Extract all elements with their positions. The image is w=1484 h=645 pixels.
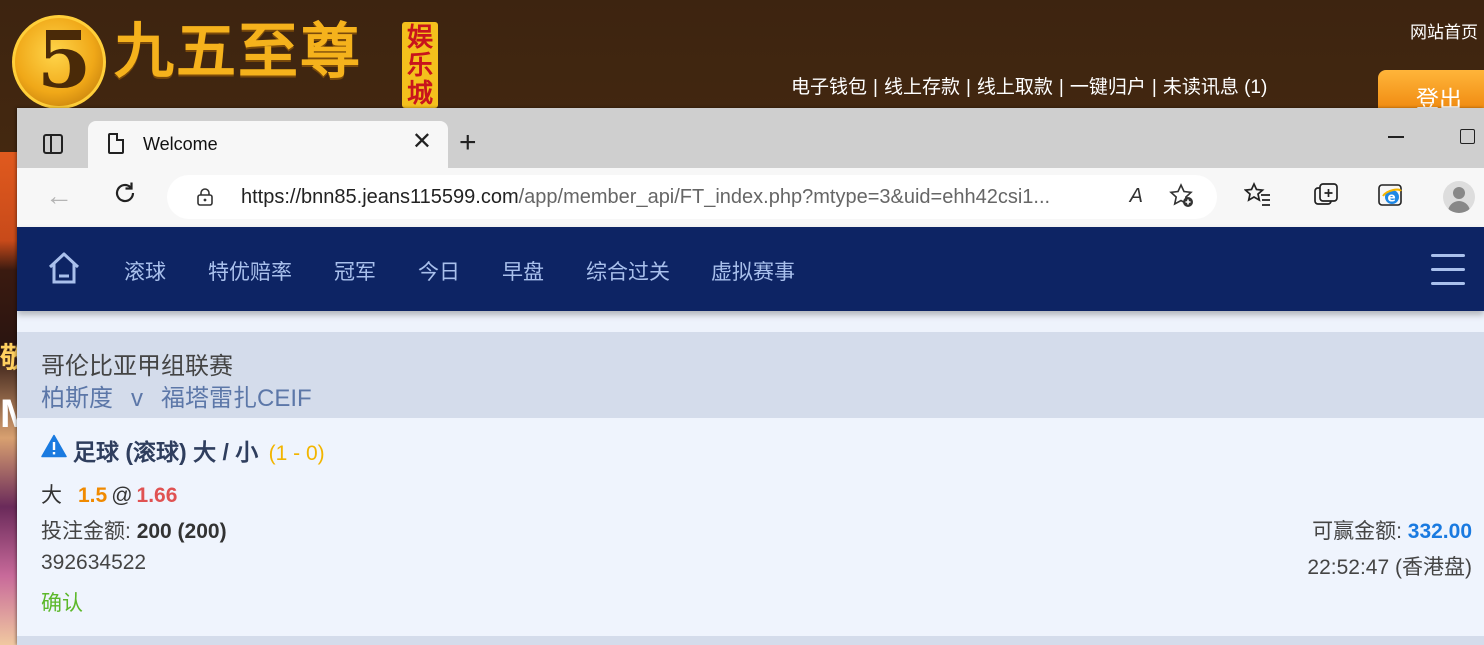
pick-odds: 1.66 — [136, 484, 178, 507]
tab-actions-button[interactable] — [31, 128, 75, 160]
bet-type: 足球 (滚球) 大 / 小 — [73, 439, 259, 465]
menu-icon[interactable] — [1431, 254, 1465, 285]
site-side-banner-char: M — [0, 392, 17, 436]
pick-line: 1.5 — [78, 484, 108, 507]
browser-window: Welcome ✕ + ← https://bnn85.jeans115599.… — [17, 108, 1484, 645]
away-team: 福塔雷扎CEIF — [161, 385, 312, 412]
refresh-icon[interactable] — [112, 180, 138, 206]
svg-text:e: e — [1388, 191, 1396, 205]
sports-nav-bar: 滚球 特优赔率 冠军 今日 早盘 综合过关 虚拟赛事 — [17, 227, 1484, 311]
match-score: (1 - 0) — [268, 442, 325, 465]
profile-avatar[interactable] — [1443, 181, 1475, 213]
nav-item-parlay[interactable]: 综合过关 — [586, 256, 670, 286]
site-home-link[interactable]: 网站首页 — [1410, 18, 1478, 43]
bet-time: 22:52:47 (香港盘) — [1307, 556, 1472, 579]
site-logout-button[interactable]: 登出 — [1378, 70, 1484, 112]
win-label: 可赢金额: — [1312, 520, 1402, 543]
bet-status: 确认 — [41, 592, 83, 615]
address-bar[interactable]: https://bnn85.jeans115599.com/app/member… — [167, 175, 1217, 219]
bet-pick: 大 1.5 @1.66 — [41, 479, 177, 509]
site-nav-separator: | — [965, 77, 971, 98]
bet-title: 足球 (滚球) 大 / 小 (1 - 0) — [73, 433, 325, 467]
nav-item-live[interactable]: 滚球 — [124, 256, 166, 286]
home-team: 柏斯度 — [41, 385, 113, 412]
potential-win: 可赢金额: 332.00 — [1312, 515, 1472, 545]
url-path: /app/member_api/FT_index.php?mtype=3&uid… — [518, 186, 1051, 208]
nav-item-early[interactable]: 早盘 — [502, 256, 544, 286]
add-favorite-icon[interactable] — [1169, 183, 1195, 209]
back-button[interactable]: ← — [45, 182, 73, 210]
new-tab-button[interactable]: + — [459, 128, 477, 158]
pick-at: @ — [111, 484, 133, 507]
read-aloud-icon[interactable]: A — [1130, 185, 1143, 208]
lock-icon[interactable] — [197, 188, 213, 206]
site-nav-separator: | — [1058, 77, 1064, 98]
site-logo-text[interactable]: 九五至尊 — [114, 22, 362, 82]
nav-item-today[interactable]: 今日 — [418, 256, 460, 286]
page-icon — [108, 133, 124, 154]
vs-label: v — [131, 385, 143, 412]
ticket-number: 392634522 — [41, 551, 147, 574]
url-text[interactable]: https://bnn85.jeans115599.com/app/member… — [241, 186, 1111, 209]
url-host: https://bnn85.jeans115599.com — [241, 186, 519, 208]
ie-mode-icon[interactable]: e — [1377, 181, 1405, 209]
collections-icon[interactable] — [1312, 181, 1340, 209]
site-side-banner-char: 敬 — [0, 342, 17, 373]
pick-label: 大 — [41, 484, 62, 507]
nav-item-champion[interactable]: 冠军 — [334, 256, 376, 286]
home-icon[interactable] — [47, 251, 81, 285]
match-teams: 柏斯度 v 福塔雷扎CEIF — [41, 378, 312, 413]
minimize-button[interactable] — [1388, 136, 1404, 138]
nav-item-special-odds[interactable]: 特优赔率 — [208, 256, 292, 286]
tab-title: Welcome — [143, 134, 218, 154]
site-nav-consolidate[interactable]: 一键归户 — [1070, 77, 1146, 98]
stake-value: 200 (200) — [136, 520, 227, 543]
site-nav-deposit[interactable]: 线上存款 — [884, 77, 960, 98]
site-nav-wallet[interactable]: 电子钱包 — [791, 77, 867, 98]
next-league-header — [17, 636, 1484, 645]
stake-amount: 投注金额: 200 (200) — [41, 515, 227, 545]
site-logo-emblem[interactable]: 5 — [12, 15, 106, 109]
stake-label: 投注金额: — [41, 520, 131, 543]
tab-welcome[interactable]: Welcome ✕ — [88, 121, 448, 168]
tab-strip: Welcome ✕ + — [17, 108, 1484, 168]
close-tab-icon[interactable]: ✕ — [412, 130, 432, 154]
warning-icon — [41, 434, 67, 458]
win-value: 332.00 — [1407, 520, 1472, 543]
favorites-icon[interactable] — [1244, 181, 1272, 209]
page-content: 滚球 特优赔率 冠军 今日 早盘 综合过关 虚拟赛事 哥伦比亚甲组联赛 柏斯度 v… — [17, 227, 1484, 645]
site-logo-tag: 娱乐城 — [402, 22, 438, 108]
bet-slip: 足球 (滚球) 大 / 小 (1 - 0) 大 1.5 @1.66 投注金额: 20… — [17, 418, 1484, 636]
browser-toolbar: ← https://bnn85.jeans115599.com/app/memb… — [17, 168, 1484, 227]
tab-actions-icon — [43, 134, 63, 154]
maximize-button[interactable] — [1460, 129, 1475, 144]
league-header: 哥伦比亚甲组联赛 柏斯度 v 福塔雷扎CEIF — [17, 332, 1484, 418]
site-nav-withdraw[interactable]: 线上取款 — [977, 77, 1053, 98]
nav-item-virtual[interactable]: 虚拟赛事 — [711, 256, 795, 286]
site-nav-messages[interactable]: 未读讯息 (1) — [1163, 77, 1268, 98]
site-nav-separator: | — [873, 77, 878, 98]
site-nav-separator: | — [1151, 77, 1157, 98]
site-account-nav: 电子钱包 | 线上存款 | 线上取款 | 一键归户 | 未读讯息 (1) — [791, 72, 1267, 99]
league-name: 哥伦比亚甲组联赛 — [41, 353, 233, 380]
